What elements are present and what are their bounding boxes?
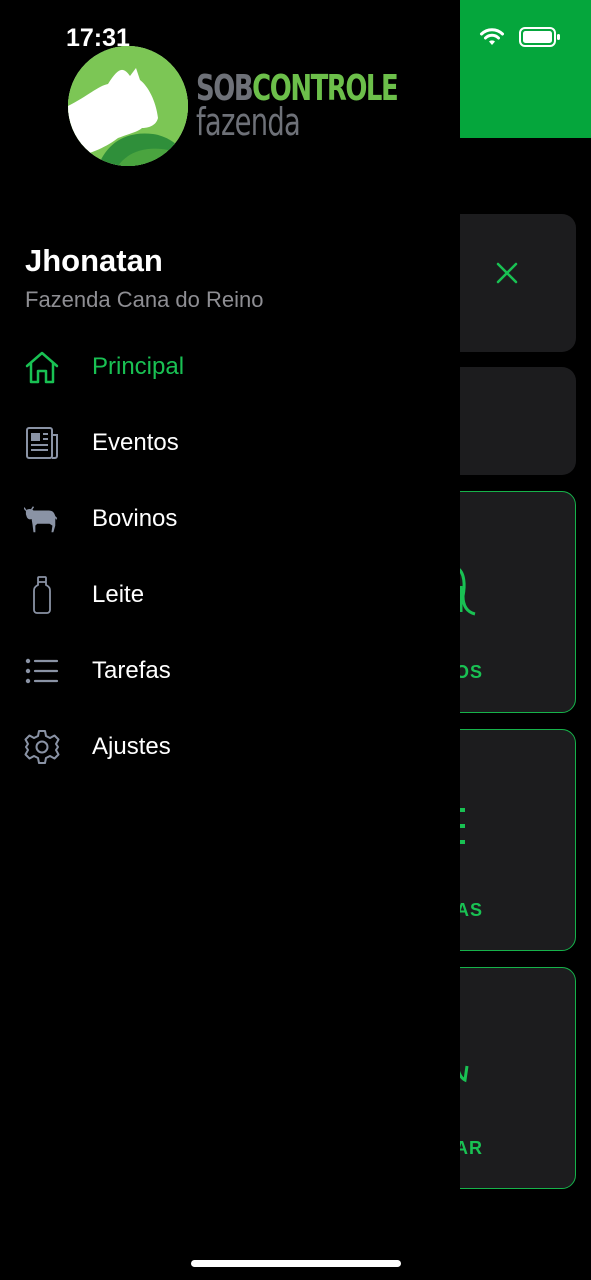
menu-item-eventos[interactable]: Eventos [0,413,460,473]
list-icon [24,653,60,689]
menu-label: Principal [92,353,185,380]
battery-icon [519,27,560,47]
navigation-drawer: SOBCONTROLE fazenda Jhonatan Fazenda Can… [0,0,460,1280]
cow-logo-icon [68,46,188,166]
cow-icon [24,501,60,537]
menu-label: Ajustes [92,733,171,760]
menu-label: Tarefas [92,657,171,684]
background-card-label: AS [455,900,483,920]
gear-icon [24,729,60,765]
farm-name: Fazenda Cana do Reino [25,287,264,312]
background-card-bovinos[interactable]: OS [440,491,576,713]
menu-item-bovinos[interactable]: Bovinos [0,489,460,549]
menu-label: Leite [92,581,145,608]
logo-text: SOBCONTROLE fazenda [196,71,476,144]
newspaper-icon [24,425,60,461]
menu-item-tarefas[interactable]: Tarefas [0,641,460,701]
user-name: Jhonatan [25,243,163,278]
app-logo: SOBCONTROLE fazenda [68,46,476,166]
close-icon[interactable] [494,260,520,286]
logo-text-fazenda: fazenda [196,100,301,144]
menu-item-principal[interactable]: Principal [0,337,460,397]
wifi-icon [480,28,504,45]
menu-label: Bovinos [92,505,178,532]
menu-item-leite[interactable]: Leite [0,565,460,625]
menu-item-ajustes[interactable]: Ajustes [0,717,460,777]
milk-bottle-icon [24,576,60,614]
status-icons [479,26,561,48]
home-indicator[interactable] [191,1260,401,1267]
background-card-2 [440,367,576,475]
background-card-tarefas[interactable]: AS [440,729,576,951]
background-card-sincronizar[interactable]: ZAR [440,967,576,1189]
menu-label: Eventos [92,429,179,456]
home-icon [24,349,60,385]
status-time: 17:31 [66,24,130,52]
